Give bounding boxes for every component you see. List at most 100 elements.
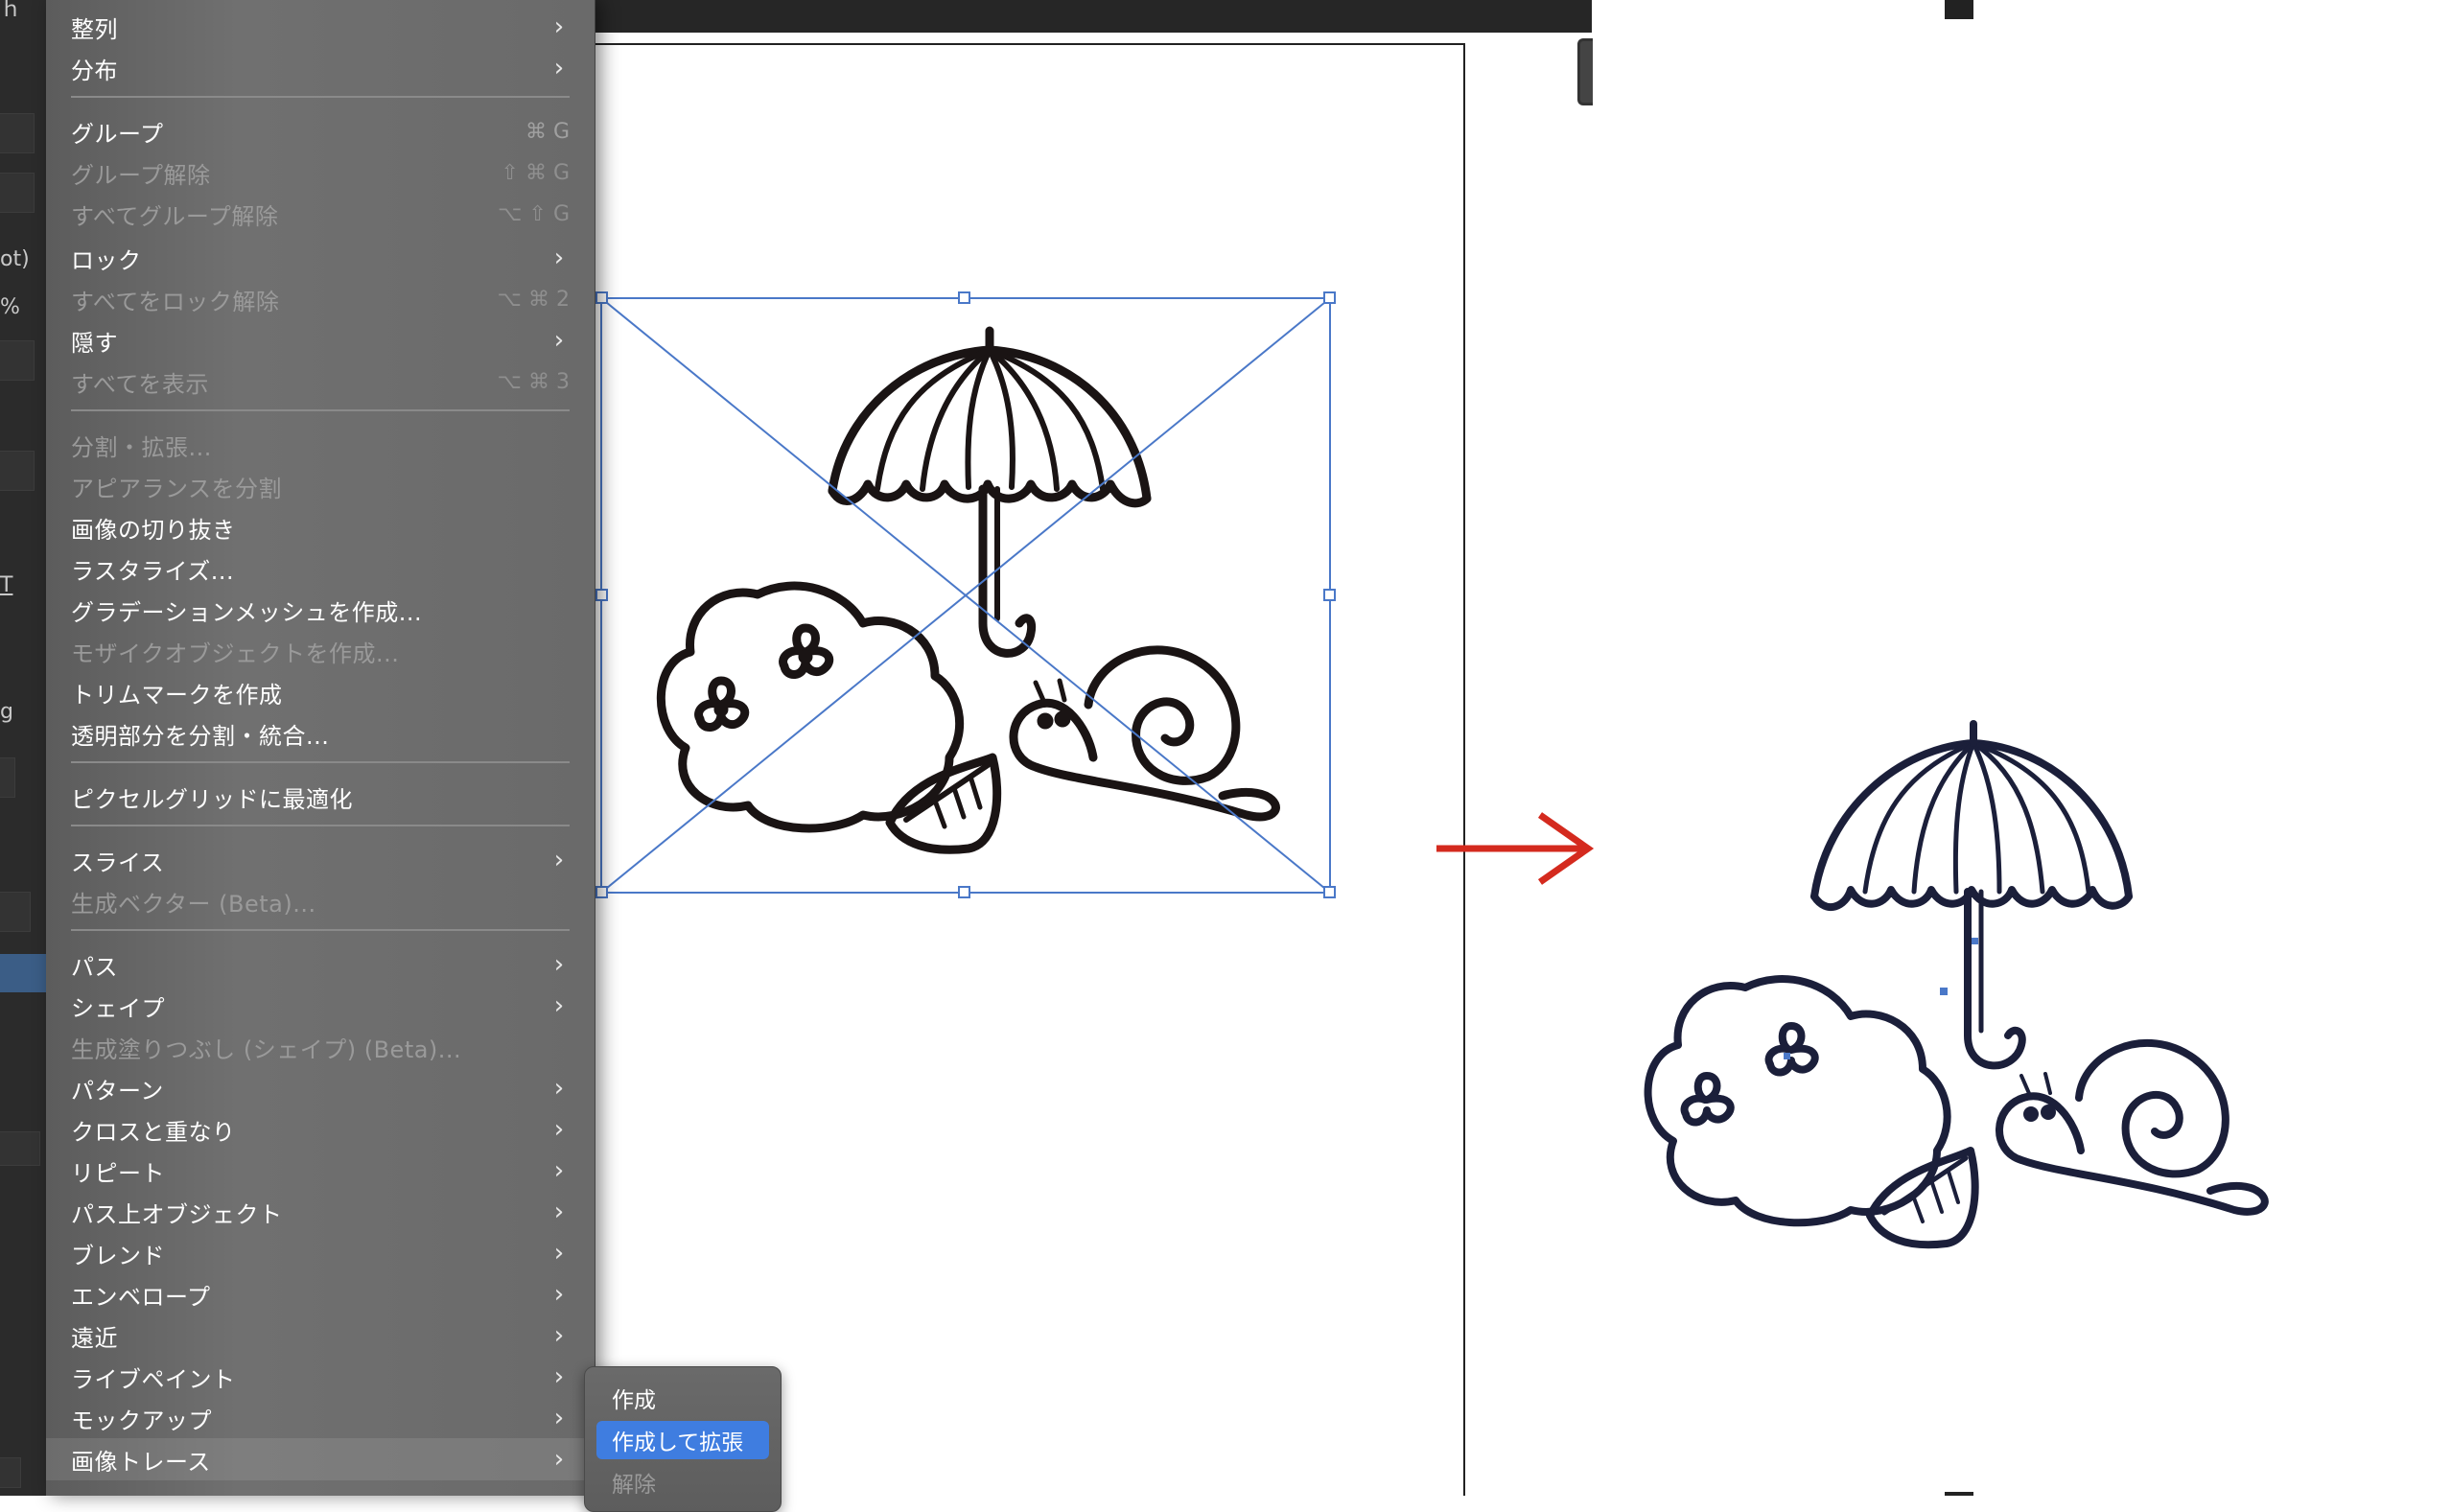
menu-item-ungroup[interactable]: グループ解除 ⇧ ⌘ G (46, 151, 595, 194)
menu-item-label: 生成ベクター (Beta)... (71, 890, 316, 918)
menu-item-label: シェイプ (71, 994, 165, 1022)
right-arrow-icon (1436, 812, 1595, 885)
menu-item-group[interactable]: グループ ⌘ G (46, 110, 595, 152)
submenu-item-label: 作成 (612, 1388, 656, 1413)
menu-item-shape[interactable]: シェイプ › (46, 985, 595, 1027)
panel-fragment-text: % (0, 295, 20, 319)
menu-item-create-object-mosaic[interactable]: モザイクオブジェクトを作成... (46, 630, 595, 672)
menu-item-label: すべてグループ解除 (71, 202, 279, 230)
menu-item-shortcut: ⌥ ⌘ 2 (497, 287, 570, 312)
panel-selected-row[interactable] (0, 954, 46, 992)
menu-item-rasterize[interactable]: ラスタライズ... (46, 547, 595, 590)
menu-item-label: リピート (71, 1159, 165, 1187)
menu-item-label: ロック (71, 246, 142, 274)
crop-mark (1945, 0, 1973, 19)
menu-item-objects-on-path[interactable]: パス上オブジェクト › (46, 1191, 595, 1233)
menu-item-label: グループ解除 (71, 161, 211, 189)
menu-item-generative-vector[interactable]: 生成ベクター (Beta)... (46, 880, 595, 922)
panel-fragment-text: g (0, 700, 13, 724)
chevron-right-icon: › (553, 1239, 565, 1268)
menu-item-ungroup-all[interactable]: すべてグループ解除 ⌥ ⇧ G (46, 193, 595, 235)
menu-item-label: 整列 (71, 15, 118, 43)
menu-separator (71, 825, 570, 826)
menu-item-label: 透明部分を分割・統合... (71, 722, 330, 750)
menu-separator (71, 761, 570, 763)
menu-item-shortcut: ⌘ G (525, 119, 570, 144)
menu-item-shortcut: ⇧ ⌘ G (501, 160, 570, 185)
menu-item-pattern[interactable]: パターン › (46, 1067, 595, 1109)
menu-item-label: クロスと重なり (71, 1118, 236, 1146)
panel-field[interactable] (0, 451, 35, 491)
submenu-item-release[interactable]: 解除 (596, 1463, 769, 1501)
menu-item-expand[interactable]: 分割・拡張... (46, 424, 595, 466)
panel-tab-handle[interactable] (1577, 38, 1593, 105)
menu-item-label: 隠す (71, 329, 118, 357)
panel-field[interactable] (0, 892, 31, 932)
submenu-item-make-and-expand[interactable]: 作成して拡張 (596, 1421, 769, 1459)
menu-item-label: ブレンド (71, 1242, 165, 1269)
submenu-item-label: 解除 (612, 1473, 656, 1498)
menu-item-make-pixel-perfect[interactable]: ピクセルグリッドに最適化 (46, 776, 595, 818)
menu-separator (71, 929, 570, 931)
trash-icon[interactable] (0, 1131, 40, 1166)
menu-item-image-trace[interactable]: 画像トレース › (46, 1438, 595, 1480)
traced-vector-artwork[interactable] (1601, 700, 2273, 1275)
menu-item-repeat[interactable]: リピート › (46, 1150, 595, 1192)
menu-item-label: すべてをロック解除 (71, 288, 280, 315)
menu-item-label: 分割・拡張... (71, 433, 212, 461)
menu-item-perspective[interactable]: 遠近 › (46, 1314, 595, 1357)
chevron-right-icon: › (553, 1280, 565, 1309)
menu-item-label: 生成塗りつぶし (シェイプ) (Beta)... (71, 1035, 462, 1063)
menu-item-show-all[interactable]: すべてを表示 ⌥ ⌘ 3 (46, 361, 595, 403)
menu-item-shortcut: ⌥ ⌘ 3 (497, 369, 570, 394)
panel-field[interactable] (0, 340, 35, 381)
menu-separator (71, 96, 570, 98)
menu-item-blend[interactable]: ブレンド › (46, 1232, 595, 1274)
menu-item-align[interactable]: 整列 › (46, 6, 595, 48)
menu-item-expand-appearance[interactable]: アピアランスを分割 (46, 465, 595, 507)
chevron-right-icon: › (553, 12, 565, 41)
menu-item-envelope-distort[interactable]: エンベロープ › (46, 1273, 595, 1315)
menu-item-path[interactable]: パス › (46, 943, 595, 986)
menu-item-unlock-all[interactable]: すべてをロック解除 ⌥ ⌘ 2 (46, 278, 595, 320)
menu-item-label: ラスタライズ... (71, 557, 235, 585)
panel-fragment-text: ｈ (0, 0, 22, 22)
menu-item-generative-shape-fill[interactable]: 生成塗りつぶし (シェイプ) (Beta)... (46, 1026, 595, 1068)
menu-item-label: パターン (71, 1077, 164, 1105)
menu-item-lock[interactable]: ロック › (46, 237, 595, 279)
menu-item-distribute[interactable]: 分布 › (46, 47, 595, 89)
menu-item-label: グループ (71, 120, 164, 148)
object-context-menu: 整列 › 分布 › グループ ⌘ G グループ解除 ⇧ ⌘ G すべてグループ解除 ⌥ ⇧ G ロッ… (46, 0, 595, 1496)
menu-item-label: 画像の切り抜き (71, 516, 236, 544)
panel-field[interactable] (0, 757, 15, 798)
placed-image-artwork[interactable] (595, 288, 1362, 911)
menu-item-label: ライブペイント (71, 1365, 236, 1393)
menu-item-intertwine[interactable]: クロスと重なり › (46, 1108, 595, 1151)
chevron-right-icon: › (553, 950, 565, 979)
menu-item-create-trim-marks[interactable]: トリムマークを作成 (46, 671, 595, 713)
menu-item-label: パス (71, 953, 118, 981)
menu-item-label: ピクセルグリッドに最適化 (71, 785, 353, 813)
chevron-right-icon: › (553, 991, 565, 1020)
chevron-right-icon: › (553, 326, 565, 355)
menu-item-label: 分布 (71, 57, 118, 84)
chevron-right-icon: › (553, 1156, 565, 1185)
submenu-item-label: 作成して拡張 (612, 1431, 744, 1455)
chevron-right-icon: › (553, 54, 565, 82)
menu-item-slice[interactable]: スライス › (46, 839, 595, 881)
submenu-item-make[interactable]: 作成 (596, 1379, 769, 1417)
panel-button[interactable] (0, 1457, 21, 1488)
panel-fragment-text: ot) (0, 247, 30, 271)
panel-field[interactable] (0, 173, 35, 213)
menu-item-live-paint[interactable]: ライブペイント › (46, 1356, 595, 1398)
menu-item-hide[interactable]: 隠す › (46, 319, 595, 361)
menu-item-label: パス上オブジェクト (71, 1200, 283, 1228)
menu-item-mockup[interactable]: モックアップ › (46, 1397, 595, 1439)
chevron-right-icon: › (553, 1198, 565, 1226)
menu-item-create-gradient-mesh[interactable]: グラデーションメッシュを作成... (46, 589, 595, 631)
menu-item-crop-image[interactable]: 画像の切り抜き (46, 506, 595, 548)
type-tool-icon[interactable]: T (0, 573, 12, 597)
panel-field[interactable] (0, 113, 35, 153)
menu-item-label: グラデーションメッシュを作成... (71, 598, 423, 626)
menu-item-flatten-transparency[interactable]: 透明部分を分割・統合... (46, 712, 595, 755)
